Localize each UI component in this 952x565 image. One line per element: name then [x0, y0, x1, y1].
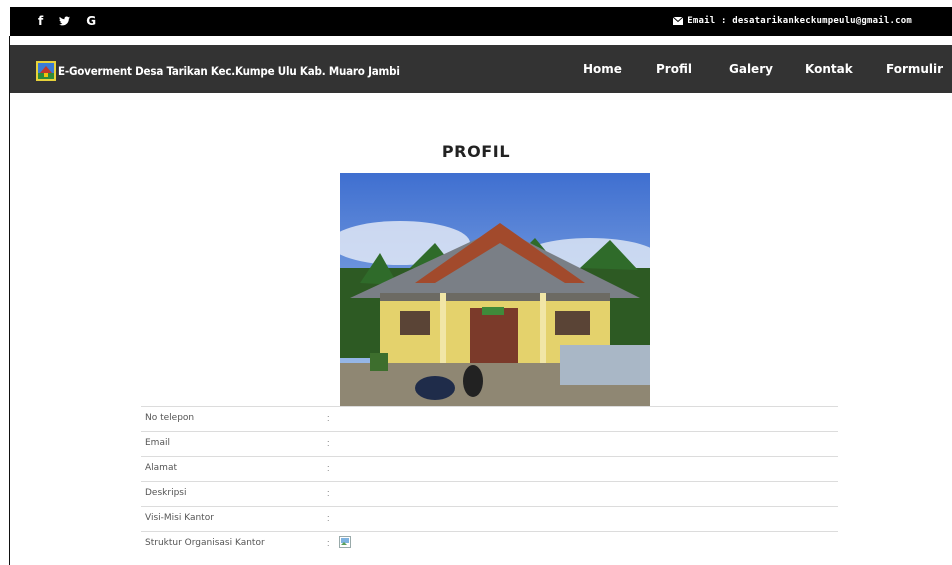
row-label: Struktur Organisasi Kantor — [145, 538, 265, 548]
row-separator: : — [327, 488, 330, 498]
page-frame-border — [0, 0, 10, 565]
row-separator: : — [327, 438, 330, 448]
email-text: Email : desatarikankeckumpeulu@gmail.com — [687, 16, 912, 26]
row-label: Deskripsi — [145, 488, 187, 498]
row-label: Alamat — [145, 463, 177, 473]
twitter-icon[interactable] — [59, 16, 71, 26]
row-label: Visi-Misi Kantor — [145, 513, 214, 523]
row-label: Email — [145, 438, 170, 448]
nav-menu: Home Profil Galery Kontak Formulir — [10, 62, 952, 82]
profile-details-table: No telepon : Email : Alamat : Deskripsi … — [141, 406, 838, 556]
nav-kontak[interactable]: Kontak — [805, 62, 853, 76]
table-row: Struktur Organisasi Kantor : — [141, 531, 838, 556]
nav-profil[interactable]: Profil — [656, 62, 692, 76]
top-bar: f G Email : desatarikankeckumpeulu@gmail… — [10, 7, 952, 36]
broken-image-icon — [339, 536, 351, 548]
table-row: Alamat : — [141, 456, 838, 481]
envelope-icon — [673, 17, 684, 25]
social-links: f G — [38, 15, 96, 27]
table-row: Visi-Misi Kantor : — [141, 506, 838, 531]
office-photo — [340, 173, 650, 406]
facebook-icon[interactable]: f — [38, 15, 43, 27]
row-label: No telepon — [145, 413, 195, 423]
table-row: Email : — [141, 431, 838, 456]
row-separator: : — [327, 463, 330, 473]
google-icon[interactable]: G — [86, 15, 96, 27]
page-title: PROFIL — [441, 142, 511, 161]
header-spacer — [10, 36, 952, 45]
row-separator: : — [327, 538, 330, 548]
nav-home[interactable]: Home — [583, 62, 622, 76]
row-separator: : — [327, 413, 330, 423]
contact-email[interactable]: Email : desatarikankeckumpeulu@gmail.com — [673, 16, 912, 26]
row-separator: : — [327, 513, 330, 523]
table-row: Deskripsi : — [141, 481, 838, 506]
main-navbar: E-Goverment Desa Tarikan Kec.Kumpe Ulu K… — [10, 45, 952, 93]
nav-galery[interactable]: Galery — [729, 62, 773, 76]
nav-formulir[interactable]: Formulir — [886, 62, 943, 76]
table-row: No telepon : — [141, 406, 838, 431]
